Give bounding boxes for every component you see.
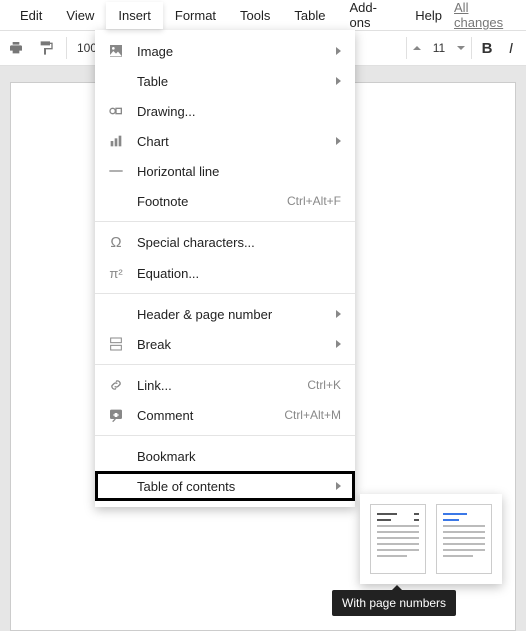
menu-table[interactable]: Table: [282, 2, 337, 29]
toc-submenu: [360, 494, 502, 584]
image-icon: [105, 43, 127, 59]
menu-item-hr[interactable]: Horizontal line: [95, 156, 355, 186]
submenu-arrow-icon: [336, 310, 341, 318]
menu-item-comment[interactable]: Comment Ctrl+Alt+M: [95, 400, 355, 430]
tooltip: With page numbers: [332, 590, 456, 616]
chart-icon: [105, 133, 127, 149]
pi-icon: π²: [105, 266, 127, 281]
insert-dropdown: Image Table Drawing... Chart Horizontal …: [95, 30, 355, 507]
menu-label: Chart: [137, 134, 328, 149]
shortcut: Ctrl+K: [307, 378, 341, 392]
menu-item-drawing[interactable]: Drawing...: [95, 96, 355, 126]
shortcut: Ctrl+Alt+F: [287, 194, 341, 208]
paint-format-icon[interactable]: [36, 38, 56, 58]
menu-item-footnote[interactable]: Footnote Ctrl+Alt+F: [95, 186, 355, 216]
menu-insert[interactable]: Insert: [106, 2, 163, 29]
menu-item-table[interactable]: Table: [95, 66, 355, 96]
menu-view[interactable]: View: [54, 2, 106, 29]
menu-edit[interactable]: Edit: [8, 2, 54, 29]
menu-format[interactable]: Format: [163, 2, 228, 29]
menu-label: Table: [137, 74, 328, 89]
print-icon[interactable]: [6, 38, 26, 58]
menu-separator: [95, 435, 355, 436]
italic-button[interactable]: I: [502, 40, 520, 57]
menu-item-link[interactable]: Link... Ctrl+K: [95, 370, 355, 400]
menu-label: Comment: [137, 408, 284, 423]
hr-icon: [105, 163, 127, 179]
toolbar-separator: [66, 37, 67, 59]
font-size[interactable]: 11: [427, 41, 451, 55]
menu-label: Bookmark: [137, 449, 341, 464]
menu-separator: [95, 364, 355, 365]
menu-item-chart[interactable]: Chart: [95, 126, 355, 156]
menu-label: Header & page number: [137, 307, 328, 322]
menubar: Edit View Insert Format Tools Table Add-…: [0, 0, 526, 30]
submenu-arrow-icon: [336, 137, 341, 145]
menu-item-special-chars[interactable]: Ω Special characters...: [95, 227, 355, 258]
link-icon: [105, 377, 127, 393]
save-status[interactable]: All changes: [454, 0, 518, 30]
menu-item-image[interactable]: Image: [95, 36, 355, 66]
menu-label: Break: [137, 337, 328, 352]
menu-item-table-of-contents[interactable]: Table of contents: [95, 471, 355, 501]
fontsize-decrease-icon[interactable]: [413, 46, 421, 50]
menu-tools[interactable]: Tools: [228, 2, 282, 29]
menu-label: Horizontal line: [137, 164, 341, 179]
menu-separator: [95, 221, 355, 222]
menu-item-header-page[interactable]: Header & page number: [95, 299, 355, 329]
menu-label: Image: [137, 44, 328, 59]
menu-label: Special characters...: [137, 235, 341, 250]
shortcut: Ctrl+Alt+M: [284, 408, 341, 422]
menu-item-equation[interactable]: π² Equation...: [95, 258, 355, 288]
comment-icon: [105, 407, 127, 423]
submenu-arrow-icon: [336, 340, 341, 348]
fontsize-increase-icon[interactable]: [457, 46, 465, 50]
menu-label: Drawing...: [137, 104, 341, 119]
submenu-arrow-icon: [336, 482, 341, 490]
omega-icon: Ω: [105, 234, 127, 251]
menu-separator: [95, 293, 355, 294]
menu-help[interactable]: Help: [403, 2, 454, 29]
menu-label: Equation...: [137, 266, 341, 281]
submenu-arrow-icon: [336, 77, 341, 85]
toolbar-separator: [471, 37, 472, 59]
menu-item-break[interactable]: Break: [95, 329, 355, 359]
menu-label: Footnote: [137, 194, 287, 209]
drawing-icon: [105, 103, 127, 119]
bold-button[interactable]: B: [478, 40, 496, 57]
toc-with-page-numbers[interactable]: [370, 504, 426, 574]
toc-with-blue-links[interactable]: [436, 504, 492, 574]
menu-item-bookmark[interactable]: Bookmark: [95, 441, 355, 471]
toolbar-separator: [406, 37, 407, 59]
menu-label: Table of contents: [137, 479, 328, 494]
break-icon: [105, 336, 127, 352]
submenu-arrow-icon: [336, 47, 341, 55]
menu-label: Link...: [137, 378, 307, 393]
